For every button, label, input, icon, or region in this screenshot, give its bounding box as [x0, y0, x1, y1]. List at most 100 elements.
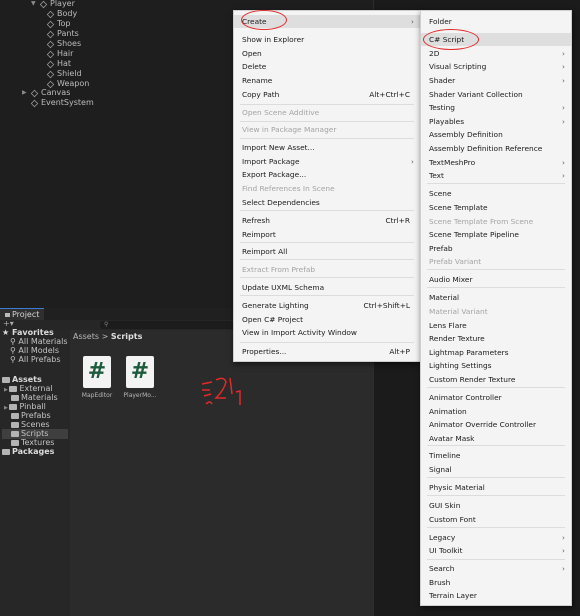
menu-item-terrain-layer[interactable]: Terrain Layer [421, 589, 571, 602]
folder-icon [2, 376, 10, 383]
script-asset[interactable]: # MapEditor [75, 356, 119, 399]
menu-item-reimport[interactable]: Reimport [234, 228, 420, 241]
menu-item-select-dependencies[interactable]: Select Dependencies [234, 196, 420, 209]
menu-item-brush[interactable]: Brush [421, 576, 571, 589]
menu-item-shader[interactable]: Shader › [421, 74, 571, 87]
menu-item-folder[interactable]: Folder [421, 15, 571, 28]
hierarchy-item[interactable]: Shield [46, 69, 82, 79]
menu-separator [240, 277, 414, 278]
menu-item-animator-override-controller[interactable]: Animator Override Controller [421, 418, 571, 431]
menu-item-scene-template[interactable]: Scene Template [421, 201, 571, 214]
search-input[interactable]: ⚲ [100, 321, 235, 329]
submenu-arrow-icon: › [411, 17, 414, 26]
expand-arrow-icon[interactable]: ▶ [22, 88, 28, 98]
menu-separator [427, 445, 565, 446]
menu-item-lens-flare[interactable]: Lens Flare [421, 319, 571, 332]
menu-item-legacy[interactable]: Legacy › [421, 531, 571, 544]
menu-item-animation[interactable]: Animation [421, 405, 571, 418]
menu-item-avatar-mask[interactable]: Avatar Mask [421, 432, 571, 445]
breadcrumb-root[interactable]: Assets [73, 332, 99, 341]
menu-item-open[interactable]: Open [234, 47, 420, 60]
gameobject-icon [30, 89, 39, 97]
hierarchy-item[interactable]: Top [46, 19, 71, 29]
menu-item-refresh[interactable]: Refresh Ctrl+R [234, 214, 420, 227]
menu-item-ui-toolkit[interactable]: UI Toolkit › [421, 544, 571, 557]
menu-separator [240, 295, 414, 296]
hierarchy-item-player[interactable]: ▼ Player [31, 0, 75, 9]
menu-item-assembly-definition[interactable]: Assembly Definition [421, 128, 571, 141]
menu-item-signal[interactable]: Signal [421, 463, 571, 476]
menu-separator [240, 138, 414, 139]
menu-item-view-in-import-activity-window[interactable]: View in Import Activity Window [234, 326, 420, 339]
menu-item-search[interactable]: Search › [421, 562, 571, 575]
menu-item-lightmap-parameters[interactable]: Lightmap Parameters [421, 346, 571, 359]
menu-separator [427, 527, 565, 528]
expand-arrow-icon[interactable]: ▼ [31, 0, 37, 9]
menu-item-delete[interactable]: Delete [234, 60, 420, 73]
hierarchy-item-eventsystem[interactable]: EventSystem [30, 98, 94, 108]
menu-item-material[interactable]: Material [421, 291, 571, 304]
script-asset[interactable]: # PlayerMo... [118, 356, 162, 399]
menu-item-reimport-all[interactable]: Reimport All [234, 245, 420, 258]
menu-item-import-new-asset[interactable]: Import New Asset... [234, 141, 420, 154]
menu-item-generate-lighting[interactable]: Generate Lighting Ctrl+Shift+L [234, 299, 420, 312]
submenu-arrow-icon: › [562, 76, 565, 85]
shortcut-label: Alt+P [389, 347, 410, 356]
gameobject-icon [46, 30, 55, 38]
hierarchy-item-canvas[interactable]: ▶ Canvas [22, 88, 70, 98]
menu-item-properties[interactable]: Properties... Alt+P [234, 345, 420, 358]
menu-item-physic-material[interactable]: Physic Material [421, 481, 571, 494]
add-icon[interactable]: +▾ [3, 319, 14, 328]
menu-item-material-variant: Material Variant [429, 307, 488, 316]
menu-item-text[interactable]: Text › [421, 169, 571, 182]
favorites-item[interactable]: ⚲ All Prefabs [10, 355, 61, 365]
menu-item-visual-scripting[interactable]: Visual Scripting › [421, 60, 571, 73]
menu-item-scene[interactable]: Scene [421, 187, 571, 200]
menu-item-audio-mixer[interactable]: Audio Mixer [421, 273, 571, 286]
menu-item-prefab[interactable]: Prefab [421, 242, 571, 255]
menu-separator [240, 259, 414, 260]
menu-item-textmeshpro[interactable]: TextMeshPro › [421, 156, 571, 169]
packages-header[interactable]: Packages [2, 447, 54, 457]
menu-separator [427, 183, 565, 184]
menu-item-render-texture[interactable]: Render Texture [421, 332, 571, 345]
folder-icon [9, 403, 18, 410]
menu-item-import-package[interactable]: Import Package › [234, 155, 420, 168]
hierarchy-item[interactable]: Pants [46, 29, 79, 39]
menu-item-scene-template-pipeline[interactable]: Scene Template Pipeline [421, 228, 571, 241]
folder-icon [5, 313, 10, 317]
menu-item-lighting-settings[interactable]: Lighting Settings [421, 359, 571, 372]
menu-item-playables[interactable]: Playables › [421, 115, 571, 128]
hierarchy-item[interactable]: Hair [46, 49, 73, 59]
menu-item-testing[interactable]: Testing › [421, 101, 571, 114]
folder-icon [11, 439, 19, 446]
menu-item-update-uxml-schema[interactable]: Update UXML Schema [234, 281, 420, 294]
gameobject-icon [46, 50, 55, 58]
menu-item-custom-font[interactable]: Custom Font [421, 513, 571, 526]
menu-item-copy-path[interactable]: Copy Path Alt+Ctrl+C [234, 88, 420, 101]
menu-item-find-references-in-scene: Find References In Scene [242, 184, 335, 193]
menu-item-rename[interactable]: Rename [234, 74, 420, 87]
menu-item-export-package[interactable]: Export Package... [234, 168, 420, 181]
menu-item-assembly-definition-reference[interactable]: Assembly Definition Reference [421, 142, 571, 155]
gameobject-icon [30, 99, 39, 107]
menu-item-animator-controller[interactable]: Animator Controller [421, 391, 571, 404]
highlight-circle [241, 10, 287, 30]
menu-separator [240, 210, 414, 211]
breadcrumb: Assets > Scripts [73, 332, 143, 341]
search-icon: ⚲ [104, 321, 109, 328]
menu-item-open-c-project[interactable]: Open C# Project [234, 313, 420, 326]
menu-item-gui-skin[interactable]: GUI Skin [421, 499, 571, 512]
menu-separator [427, 495, 565, 496]
hierarchy-item[interactable]: Shoes [46, 39, 81, 49]
folder-icon [11, 394, 19, 401]
menu-item-shader-variant-collection[interactable]: Shader Variant Collection [421, 88, 571, 101]
menu-item-custom-render-texture[interactable]: Custom Render Texture [421, 373, 571, 386]
submenu-arrow-icon: › [562, 171, 565, 180]
menu-item-timeline[interactable]: Timeline [421, 449, 571, 462]
menu-item-show-in-explorer[interactable]: Show in Explorer [234, 33, 420, 46]
hierarchy-item[interactable]: Body [46, 9, 77, 19]
hierarchy-item[interactable]: Hat [46, 59, 71, 69]
gameobject-icon [46, 60, 55, 68]
breadcrumb-current[interactable]: Scripts [111, 332, 143, 341]
